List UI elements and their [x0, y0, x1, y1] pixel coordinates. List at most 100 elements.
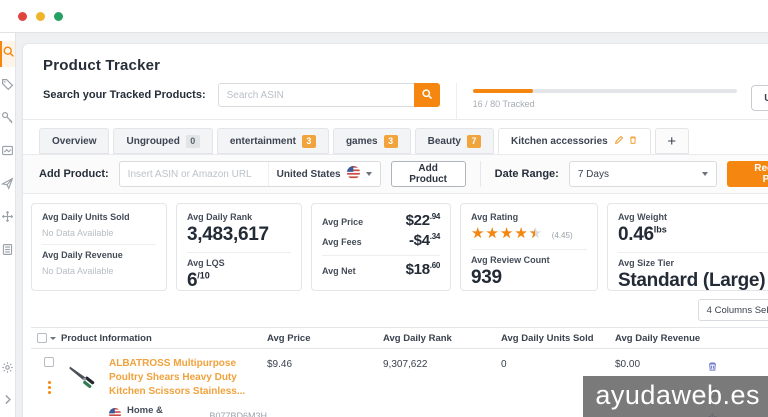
stat-card-rating-reviews: Avg Rating ★★★★★★★★★★ (4.45) Avg Review …: [460, 203, 598, 291]
window-titlebar: [0, 0, 768, 33]
sidebar-item-listing[interactable]: [0, 140, 15, 166]
stat-label: Avg Daily Revenue: [42, 250, 156, 260]
product-category: Home & Kitchen: [127, 405, 195, 417]
stat-card-rank-lqs: Avg Daily Rank 3,483,617 Avg LQS 6/10: [176, 203, 302, 291]
column-header-price[interactable]: Avg Price: [267, 333, 383, 344]
tab-entertainment[interactable]: entertainment 3: [217, 128, 329, 154]
columns-selector[interactable]: 4 Columns Selected: [698, 299, 768, 321]
tab-ungrouped[interactable]: Ungrouped 0: [113, 128, 212, 154]
rating-number: (4.45): [552, 231, 573, 240]
search-input[interactable]: [218, 83, 414, 107]
tab-overview[interactable]: Overview: [39, 128, 109, 154]
close-window-button[interactable]: [18, 12, 27, 21]
date-range-label: Date Range:: [495, 168, 559, 180]
stat-label: Avg Rating: [471, 212, 587, 222]
recommend-products-button[interactable]: Recommend Products: [727, 161, 768, 187]
cell-avg-price: $9.46: [267, 357, 383, 370]
stat-value: 939: [471, 267, 587, 289]
column-header-product[interactable]: Product Information: [61, 333, 267, 344]
row-checkbox[interactable]: [44, 357, 54, 367]
search-icon: [2, 45, 15, 63]
sidebar-item-key[interactable]: [0, 107, 15, 133]
sidebar-item-calculator[interactable]: [0, 239, 15, 265]
column-header-revenue[interactable]: Avg Daily Revenue: [615, 333, 707, 344]
upgrade-now-button[interactable]: Upgrade Now: [751, 85, 768, 111]
stat-card-weight-sizetier: Avg Weight 0.46lbs Avg Size Tier Standar…: [607, 203, 768, 291]
tab-count-badge: 0: [186, 135, 200, 148]
sidebar-item-operations[interactable]: [0, 206, 15, 232]
stat-label: Avg Fees: [322, 237, 362, 247]
tab-count-badge: 3: [384, 135, 398, 148]
us-flag-icon: [109, 407, 121, 417]
stat-value: Standard (Large): [618, 270, 768, 292]
cell-avg-daily-rank: 9,307,622: [383, 357, 501, 370]
tab-kitchen-accessories[interactable]: Kitchen accessories: [498, 128, 651, 154]
sidebar: [0, 33, 16, 417]
sidebar-expand-icon[interactable]: [1, 393, 14, 411]
product-tracker-card: Product Tracker Search your Tracked Prod…: [22, 43, 768, 417]
column-header-rank[interactable]: Avg Daily Rank: [383, 333, 501, 344]
page-title: Product Tracker: [43, 57, 768, 74]
asin-input[interactable]: [120, 162, 268, 186]
delete-group-icon[interactable]: [628, 135, 638, 148]
move-icon: [1, 210, 14, 228]
tab-count-badge: 3: [302, 135, 316, 148]
table-header-row: Product Information Avg Price Avg Daily …: [31, 327, 768, 349]
calculator-icon: [1, 243, 14, 261]
select-all-checkbox[interactable]: [37, 333, 47, 343]
sidebar-item-launch[interactable]: [0, 173, 15, 199]
stat-label: Avg Daily Rank: [187, 212, 291, 222]
add-product-button[interactable]: Add Product: [391, 161, 466, 187]
stat-label: Avg Price: [322, 217, 363, 227]
workspace: Product Tracker Search your Tracked Prod…: [0, 33, 768, 417]
stat-label: Avg Size Tier: [618, 258, 768, 268]
tab-label: Ungrouped: [126, 136, 179, 147]
paper-plane-icon: [1, 177, 14, 195]
key-icon: [1, 111, 14, 129]
tab-beauty[interactable]: Beauty 7: [415, 128, 494, 154]
stat-value: 3,483,617: [187, 224, 291, 246]
add-group-tab[interactable]: +: [655, 128, 689, 154]
zoom-window-button[interactable]: [54, 12, 63, 21]
tag-icon: [1, 78, 14, 96]
us-flag-icon: [347, 166, 360, 182]
add-product-label: Add Product:: [39, 168, 109, 180]
stat-value: 6/10: [187, 270, 291, 292]
rating-stars-fill: ★★★★★: [471, 226, 535, 241]
product-title-link[interactable]: ALBATROSS Multipurpose Poultry Shears He…: [109, 357, 267, 399]
edit-group-icon[interactable]: [614, 135, 624, 148]
row-menu-icon[interactable]: [48, 381, 51, 394]
add-product-row: Add Product: United States Add Product D…: [23, 154, 768, 194]
tracked-quota-progress-fill: [473, 89, 534, 93]
stat-value-muted: No Data Available: [42, 266, 156, 276]
cell-avg-daily-revenue: $0.00: [615, 357, 707, 370]
stat-value: $22.94: [406, 212, 440, 229]
date-range-select[interactable]: 7 Days: [569, 161, 717, 187]
search-button[interactable]: [414, 83, 440, 107]
gear-icon[interactable]: [1, 361, 14, 379]
tab-label: entertainment: [230, 136, 296, 147]
stat-value: $18.60: [406, 261, 440, 278]
date-range-value: 7 Days: [578, 169, 609, 180]
stat-label: Avg Weight: [618, 212, 768, 222]
minimize-window-button[interactable]: [36, 12, 45, 21]
column-header-units[interactable]: Avg Daily Units Sold: [501, 333, 615, 344]
sidebar-item-tag[interactable]: [0, 74, 15, 100]
select-menu-caret-icon[interactable]: [50, 337, 56, 340]
tab-label: Overview: [52, 136, 96, 147]
search-label: Search your Tracked Products:: [43, 89, 206, 101]
cell-avg-daily-units-sold: 0: [501, 357, 615, 370]
tab-games[interactable]: games 3: [333, 128, 411, 154]
tab-label: Kitchen accessories: [511, 136, 608, 147]
delete-row-icon[interactable]: [707, 359, 735, 377]
tracked-products-search: [218, 83, 440, 107]
listing-icon: [1, 144, 14, 162]
rating-stars: ★★★★★★★★★★: [471, 226, 543, 241]
main-content: Product Tracker Search your Tracked Prod…: [16, 33, 768, 417]
chevron-down-icon: [366, 172, 372, 176]
stats-cards: Avg Daily Units Sold No Data Available A…: [23, 194, 768, 297]
tab-count-badge: 7: [467, 135, 481, 148]
stat-value-muted: No Data Available: [42, 228, 156, 238]
sidebar-item-search[interactable]: [0, 41, 15, 67]
marketplace-selector[interactable]: United States: [268, 162, 380, 186]
